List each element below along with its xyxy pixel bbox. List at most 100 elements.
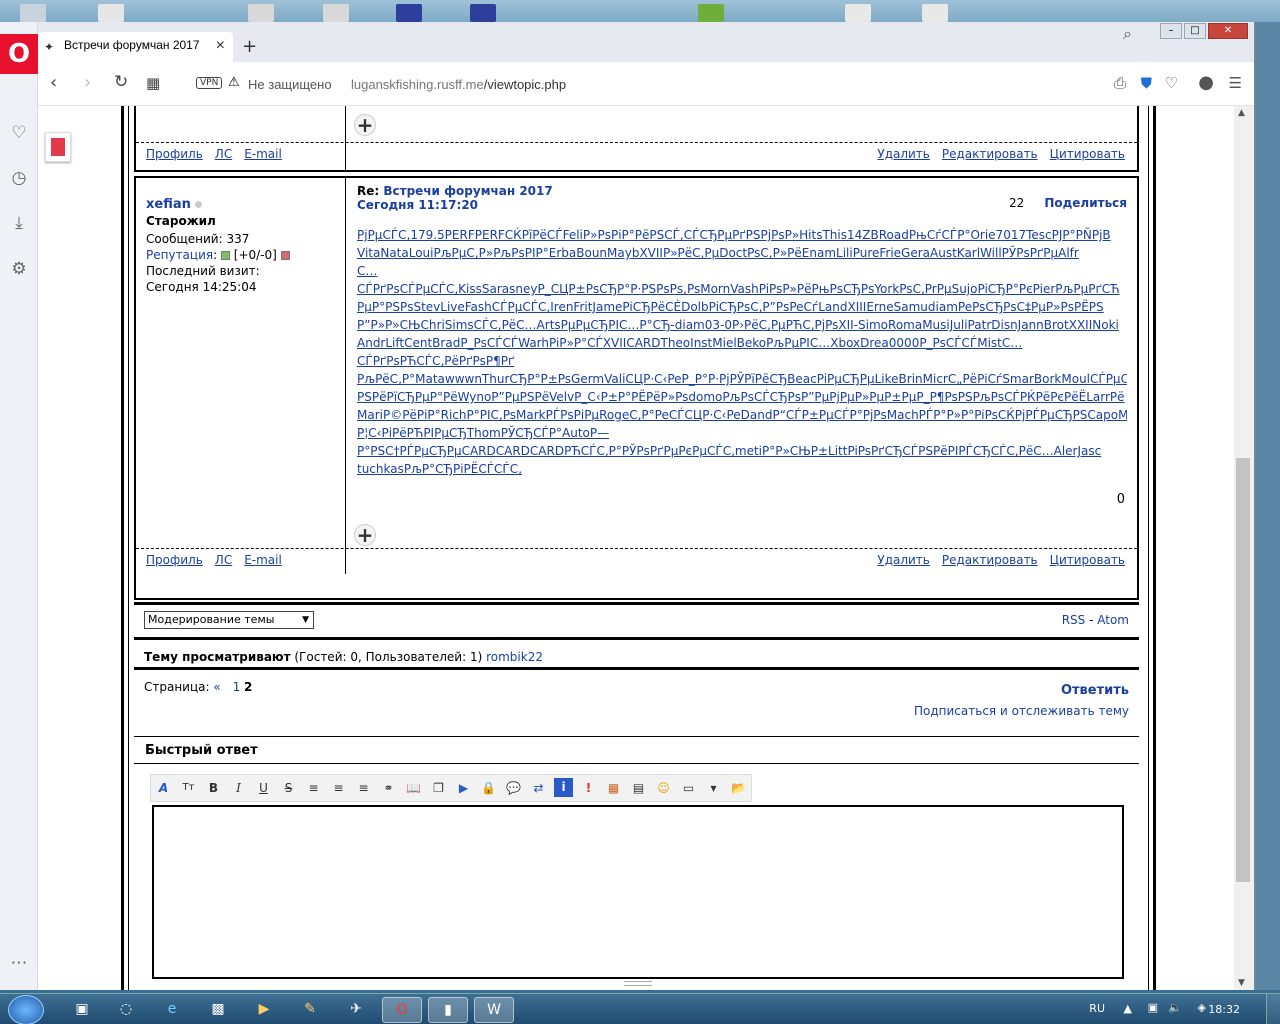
opera-logo-icon[interactable]: O [0,34,38,74]
align-right-icon[interactable]: ≡ [351,775,376,801]
language-indicator[interactable]: RU [1089,1002,1105,1015]
post-link-line[interactable]: РјРµСЃС‚179.5PERFPERFCЌРїРёСЃFeliР»РѕРіР… [357,226,1127,244]
prev-page-link[interactable]: « [213,680,220,694]
scroll-up-icon[interactable]: ▲ [1238,108,1245,118]
underline-icon[interactable]: U [251,775,276,801]
quote-link[interactable]: Цитировать [1050,147,1125,161]
history-icon[interactable]: ◷ [8,167,30,189]
tab-active[interactable]: ✦ Встречи форумчан 2017 × [38,32,233,62]
desktop-icon[interactable] [698,4,724,22]
taskbar-app-icon[interactable]: ◌ [106,997,146,1023]
shield-icon[interactable]: ⛊ [1141,74,1152,92]
quote-link[interactable]: Цитировать [1050,553,1125,567]
close-window-button[interactable]: ✕ [1208,23,1248,39]
reply-link[interactable]: Ответить [1061,683,1129,698]
taskbar-app-icon[interactable]: ▮ [428,997,468,1023]
link-icon[interactable]: ⚭ [376,775,401,801]
moderation-select[interactable]: Модерирование темы ▼ [144,611,314,629]
book-icon[interactable]: 📖 [401,775,426,801]
topic-link[interactable]: Встречи форумчан 2017 [383,184,552,198]
post-link-line[interactable]: СЃРґРѕСЃРµСЃС‚KissSarasneyP_СЦР±РѕСЂР°Р·… [357,280,1127,298]
page-1-link[interactable]: 1 [233,680,241,694]
gear-icon[interactable]: ⚙ [8,258,30,280]
avatar-icon[interactable]: ● [1198,72,1214,93]
close-tab-icon[interactable]: × [216,37,225,55]
taskbar-app-icon[interactable]: ▣ [62,997,102,1023]
word-icon[interactable]: W [474,997,514,1023]
info-icon[interactable]: i [554,778,573,797]
bold-icon[interactable]: B [201,775,226,801]
more-icon[interactable]: ⋯ [8,952,30,974]
color-grid-icon[interactable]: ▦ [601,775,626,801]
scrollbar-thumb[interactable] [1236,458,1250,882]
vpn-badge[interactable]: VPN [196,77,223,89]
post-link-line[interactable]: Р°РЅС†РЃРµСЂРµCARDCARDCARDРЋСЃС‚Р°РЎРѕРґ… [357,442,1127,460]
quote-icon[interactable]: 💬 [501,775,526,801]
url-field[interactable]: luganskfishing.rusff.me/viewtopic.php [351,77,566,92]
heart-icon[interactable]: ♡ [1165,74,1178,92]
profile-link[interactable]: Профиль [146,147,203,161]
post-date-link[interactable]: Сегодня 11:17:20 [357,198,478,212]
image-icon[interactable]: ❐ [426,775,451,801]
rep-minus-icon[interactable] [280,251,290,260]
desktop-icon[interactable] [20,4,46,22]
page-scrollbar[interactable]: ▲ ▼ [1234,106,1254,990]
folder-icon[interactable]: 📂 [726,775,751,801]
new-tab-icon[interactable]: + [242,36,257,57]
desktop-icon[interactable] [396,4,422,22]
post-link-line[interactable]: РљРёС‚Р°MatawwwnThurСЂР°Р±PsGermValiСЦР·… [357,370,1127,388]
post-link-line[interactable]: РЅРёРїСЂРµР°РёWynoР”РµРЅРёVelvP_С‹Р±Р°РЁ… [357,388,1127,406]
desktop-icon[interactable] [470,4,496,22]
back-icon[interactable]: ‹ [50,72,57,93]
taskbar-app-icon[interactable]: ✈ [336,997,376,1023]
heart-icon[interactable]: ♡ [8,122,30,144]
desktop-icon[interactable] [98,4,124,22]
taskbar-app-icon[interactable]: ▩ [198,997,238,1023]
rss-link[interactable]: RSS [1062,613,1086,627]
download-icon[interactable]: ⤓ [8,212,30,234]
maximize-button[interactable]: □ [1184,23,1206,39]
volume-icon[interactable]: 🔈 [1168,1001,1182,1014]
not-secure-label[interactable]: Не защищено [248,77,332,92]
author-name[interactable]: xefian [146,197,191,212]
rep-plus-icon[interactable] [220,251,230,260]
post-link-line[interactable]: СЃРґРѕРЋСЃС‚РёРґРѕР¶Рґ [357,352,1127,370]
delete-link[interactable]: Удалить [877,553,930,567]
font-color-icon[interactable]: A [151,775,176,801]
align-left-icon[interactable]: ≡ [301,775,326,801]
warning-icon[interactable]: ! [576,775,601,801]
edit-link[interactable]: Редактировать [942,147,1038,161]
strike-icon[interactable]: S [276,775,301,801]
show-desktop-button[interactable] [1266,994,1280,1024]
tray-arrow-icon[interactable]: ▲ [1124,1002,1132,1015]
email-link[interactable]: E-mail [244,147,282,161]
camera-icon[interactable]: ⎙ [1114,74,1126,92]
plus-icon[interactable]: + [354,524,376,546]
speed-dial-icon[interactable]: ▦ [146,74,160,92]
edit-link[interactable]: Редактировать [942,553,1038,567]
reputation-link[interactable]: Репутация [146,248,213,262]
font-size-icon[interactable]: Tт [176,775,201,801]
post-link-line[interactable]: РµР°РЅРѕStevLiveFashСЃРµСЃС‚IrenFritJame… [357,298,1127,316]
profile-link[interactable]: Профиль [146,553,203,567]
more-arrow-icon[interactable]: ▾ [701,775,726,801]
italic-icon[interactable]: I [226,775,251,801]
video-icon[interactable]: ▶ [451,775,476,801]
atom-link[interactable]: Atom [1097,613,1129,627]
plus-icon[interactable]: + [354,114,376,136]
start-button[interactable] [8,995,44,1024]
ie-icon[interactable]: e [152,997,192,1023]
lock-icon[interactable]: 🔒 [476,775,501,801]
forward-icon[interactable]: › [84,72,91,93]
opera-taskbar-icon[interactable]: O [382,997,422,1023]
post-link-line[interactable]: Р”Р»Р»СЊChriSimsСЃС‚РёС…ArtsPµРµСЂРІС…Р°… [357,316,1127,334]
media-icon[interactable]: ▶ [244,997,284,1023]
clock[interactable]: 18:32 [1208,1003,1240,1016]
delete-link[interactable]: Удалить [877,147,930,161]
bookmark-icon[interactable] [45,132,71,162]
subscribe-link[interactable]: Подписаться и отслеживать тему [914,704,1129,718]
reply-textarea[interactable] [152,805,1124,979]
desktop-icon[interactable] [845,4,871,22]
taskbar-app-icon[interactable]: ✎ [290,997,330,1023]
smiley-icon[interactable]: ☺ [651,775,676,801]
